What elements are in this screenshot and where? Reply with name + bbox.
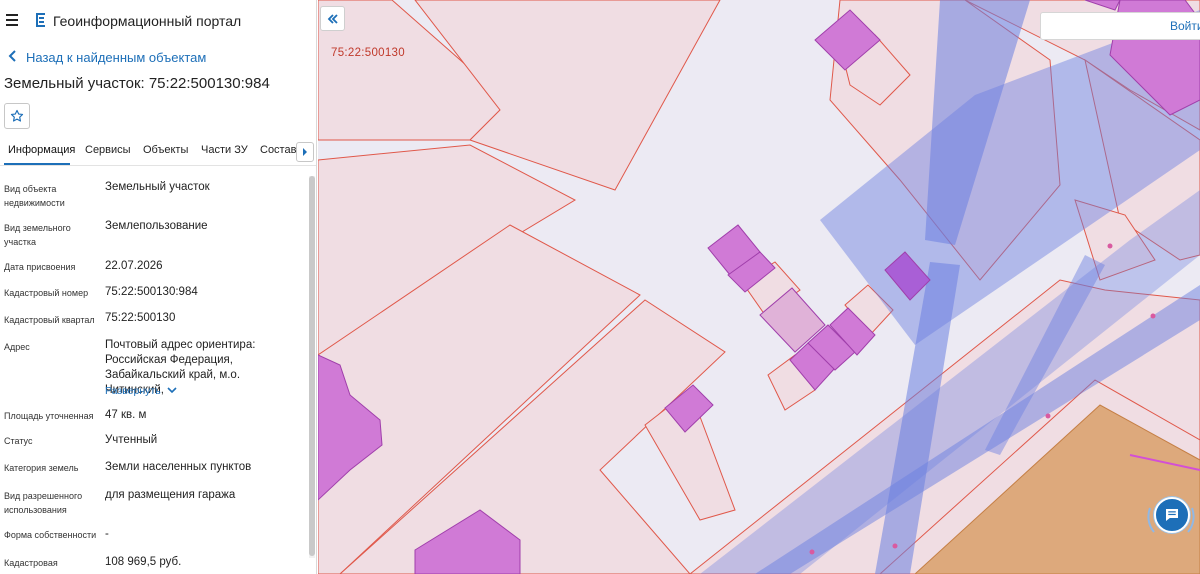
tab-composition[interactable]: Состав: [260, 144, 296, 156]
properties-list: Вид объекта недвижимости Земельный участ…: [0, 170, 305, 574]
tabs-next-button[interactable]: [296, 142, 314, 162]
chat-widget: [1144, 490, 1198, 544]
property-label: Адрес: [4, 342, 30, 352]
quarter-label: 75:22:500130: [331, 47, 405, 59]
expand-link-label: Развернуть: [105, 385, 161, 397]
property-label: Дата присвоения: [4, 262, 76, 272]
expand-address-link[interactable]: Развернуть: [105, 385, 177, 397]
property-value: 22.07.2026: [105, 260, 163, 272]
hamburger-icon[interactable]: [6, 14, 18, 26]
login-label: Войти: [1170, 19, 1200, 33]
property-label: Площадь уточненная: [4, 411, 94, 421]
property-value: -: [105, 528, 109, 540]
back-to-results-link[interactable]: Назад к найденным объектам: [6, 50, 206, 66]
map-point[interactable]: [1150, 313, 1156, 319]
map-canvas[interactable]: [318, 0, 1200, 574]
property-value: для размещения гаража: [105, 489, 236, 501]
property-value: Земельный участок: [105, 181, 210, 193]
tab-services[interactable]: Сервисы: [85, 144, 131, 156]
map-point[interactable]: [809, 549, 815, 555]
caret-right-icon: [303, 148, 307, 156]
property-label: Вид разрешенного использования: [4, 491, 83, 515]
property-label: Вид объекта недвижимости: [4, 184, 65, 208]
property-value: 47 кв. м: [105, 409, 147, 421]
sidebar-header: Геоинформационный портал: [0, 0, 316, 42]
star-outline-icon: [10, 109, 24, 122]
property-value: 75:22:500130: [105, 312, 176, 324]
tab-parcel-parts[interactable]: Части ЗУ: [201, 144, 248, 156]
property-label: Форма собственности: [4, 530, 97, 540]
chevron-left-icon: [8, 50, 16, 62]
login-button[interactable]: Войти: [1040, 12, 1200, 40]
active-tab-indicator: [4, 163, 70, 165]
info-sidebar: Геоинформационный портал Назад к найденн…: [0, 0, 317, 574]
back-link-label: Назад к найденным объектам: [26, 50, 207, 65]
map-point[interactable]: [1107, 243, 1113, 249]
property-value: 75:22:500130:984: [105, 286, 198, 298]
property-label: Кадастровый квартал: [4, 315, 95, 325]
chat-bubble-icon: [1166, 509, 1178, 521]
property-value: Землепользование: [105, 220, 208, 232]
property-label: Кадастровый номер: [4, 288, 89, 298]
app-root: Геоинформационный портал Назад к найденн…: [0, 0, 1200, 574]
favorite-button[interactable]: [4, 103, 30, 129]
property-value: Учтенный: [105, 434, 158, 446]
tab-objects[interactable]: Объекты: [143, 144, 188, 156]
sidebar-scrollbar[interactable]: [309, 176, 315, 558]
portal-logo-icon: [36, 13, 45, 27]
scrollbar-thumb[interactable]: [309, 176, 315, 556]
property-value: 108 969,5 руб.: [105, 556, 182, 568]
chat-button[interactable]: [1154, 497, 1190, 533]
chevron-down-icon: [167, 387, 177, 394]
tab-bar: Информация Сервисы Объекты Части ЗУ Сост…: [0, 138, 316, 166]
property-label: Категория земель: [4, 463, 79, 473]
collapse-sidebar-button[interactable]: [320, 6, 345, 31]
property-label: Статус: [4, 436, 33, 446]
cadastral-map[interactable]: 75:22:500130: [318, 0, 1200, 574]
tab-information[interactable]: Информация: [8, 144, 75, 156]
map-point[interactable]: [892, 543, 898, 549]
property-label: Кадастровая: [4, 558, 58, 568]
property-value: Земли населенных пунктов: [105, 461, 252, 473]
app-title: Геоинформационный портал: [53, 13, 242, 29]
double-chevron-left-icon: [327, 13, 338, 24]
object-title: Земельный участок: 75:22:500130:984: [4, 75, 270, 92]
property-label: Вид земельного участка: [4, 223, 71, 247]
map-point[interactable]: [1045, 413, 1051, 419]
